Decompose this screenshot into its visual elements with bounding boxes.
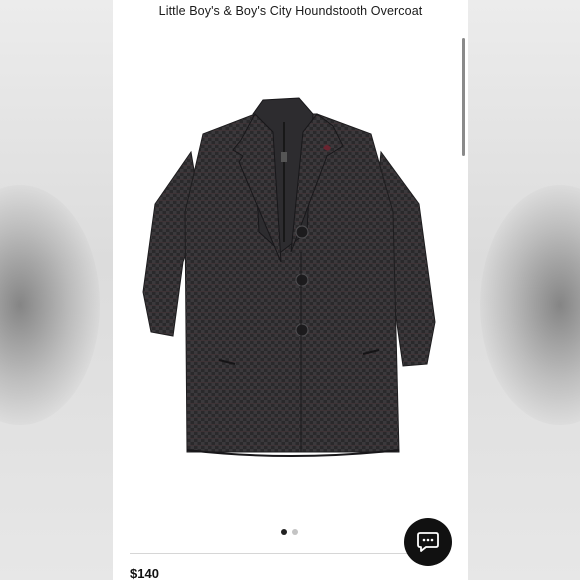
scrollbar[interactable]	[462, 38, 465, 156]
carousel-dot-2[interactable]	[292, 529, 298, 535]
product-title: Little Boy's & Boy's City Houndstooth Ov…	[158, 4, 423, 18]
carousel-dot-1[interactable]	[281, 529, 287, 535]
product-screen: Little Boy's & Boy's City Houndstooth Ov…	[113, 0, 468, 580]
product-image[interactable]	[131, 92, 441, 462]
chat-button[interactable]	[404, 518, 452, 566]
chat-bubble-icon	[417, 532, 439, 552]
blurred-background-right	[468, 0, 580, 580]
divider	[130, 553, 408, 554]
carousel-indicator	[281, 529, 298, 535]
product-price: $140	[130, 566, 159, 580]
blurred-background-left	[0, 0, 113, 580]
